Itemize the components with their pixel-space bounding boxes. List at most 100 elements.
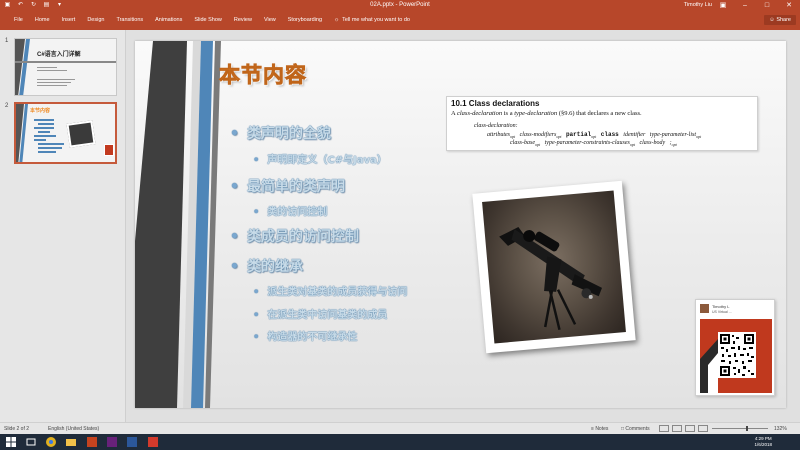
bullet-level-2[interactable]: • 在派生类中访问基类的成员: [253, 306, 387, 321]
task-view-icon[interactable]: [26, 437, 36, 447]
close-button[interactable]: ✕: [778, 0, 800, 12]
bullet-level-2[interactable]: • 构造器的不可继承性: [253, 328, 357, 343]
bullet-level-2[interactable]: • 派生类对基类的成员获得与访问: [253, 283, 407, 298]
powerpoint-icon[interactable]: [87, 437, 97, 447]
thumb-title: C#语言入门详解: [37, 52, 81, 58]
lightbulb-icon: ☼: [334, 17, 340, 23]
bullet-level-2[interactable]: • 类的访问控制: [253, 203, 327, 218]
bullet-level-1[interactable]: • 类的继承: [230, 256, 303, 276]
thumb-text-line: [38, 151, 56, 153]
class-decl-grammar-name: class-declaration:: [474, 123, 518, 129]
user-name[interactable]: Timothy Liu: [684, 2, 712, 8]
word-icon[interactable]: [127, 437, 137, 447]
class-decl-grammar-row-2: class-baseopt type-parameter-constraints…: [510, 140, 677, 148]
rifle-silhouette: [499, 226, 603, 331]
thumb-title: 本节内容: [30, 108, 51, 114]
thumb-text-line: [38, 143, 64, 145]
bullet-level-2[interactable]: • 声明即定义（C#与Java）: [253, 151, 387, 166]
tab-view[interactable]: View: [258, 16, 282, 24]
view-buttons: [659, 425, 708, 432]
slide-thumbnail-2[interactable]: 本节内容: [14, 102, 117, 164]
ribbon-display-icon[interactable]: ▣: [712, 0, 734, 12]
maximize-button[interactable]: □: [756, 0, 778, 12]
title-bar: ▣ ↶ ↻ ▤ ▾ 02A.pptx - PowerPoint Timothy …: [0, 0, 800, 12]
thumb-number: 1: [5, 38, 9, 44]
file-explorer-icon[interactable]: [66, 437, 76, 447]
slideshow-button[interactable]: [698, 425, 708, 432]
thumb-text-line: [38, 147, 62, 149]
windows-start-icon[interactable]: [6, 437, 16, 447]
person-icon: ☺: [769, 17, 775, 23]
clock-date: 1/6/2018: [754, 442, 772, 447]
thumb-text-line: [34, 135, 56, 137]
tab-storyboarding[interactable]: Storyboarding: [282, 16, 328, 24]
tab-design[interactable]: Design: [81, 16, 110, 24]
share-button[interactable]: ☺ Share: [764, 15, 796, 25]
bullet-level-1[interactable]: • 最简单的类声明: [230, 176, 345, 196]
notes-button[interactable]: ≡ Notes: [591, 426, 608, 432]
tab-file[interactable]: File: [8, 16, 29, 24]
taskbar-clock[interactable]: 4:29 PM 1/6/2018: [754, 436, 772, 448]
bullet-level-1[interactable]: • 类声明的全貌: [230, 123, 331, 143]
thumb-text-line: [37, 70, 67, 71]
slide-thumbnail-1[interactable]: C#语言入门详解: [14, 38, 117, 96]
normal-view-button[interactable]: [659, 425, 669, 432]
thumb-number: 2: [5, 103, 9, 109]
thumb-text-line: [38, 131, 50, 133]
wechat-qr-card[interactable]: Timothy L US Virtual ...: [695, 299, 775, 396]
class-decl-grammar-row-1: attributesopt class-modifiersopt partial…: [487, 131, 702, 140]
windows-taskbar: 4:29 PM 1/6/2018: [0, 434, 800, 450]
qr-background: [700, 319, 772, 393]
minimize-button[interactable]: –: [734, 0, 756, 12]
rifle-photo-image: [482, 190, 626, 344]
share-label: Share: [776, 17, 791, 23]
qr-code-pattern: [720, 334, 754, 376]
thumb-photo: [66, 120, 96, 148]
slide-counter: Slide 2 of 2: [4, 426, 30, 432]
wechat-location: US Virtual ...: [712, 310, 732, 314]
zoom-slider-thumb[interactable]: [746, 426, 748, 431]
tab-review[interactable]: Review: [228, 16, 258, 24]
class-decl-paragraph: A class-declaration is a type-declaratio…: [451, 110, 642, 117]
class-declaration-image[interactable]: 10.1 Class declarations A class-declarat…: [446, 96, 758, 151]
zoom-slider[interactable]: [712, 428, 768, 429]
ribbon: File Home Insert Design Transitions Anim…: [0, 12, 800, 30]
thumb-text-line: [37, 67, 57, 68]
tell-me-label: Tell me what you want to do: [342, 17, 410, 23]
camtasia-icon[interactable]: [148, 437, 158, 447]
bullet-level-1[interactable]: • 类成员的访问控制: [230, 226, 359, 246]
tell-me-box[interactable]: ☼ Tell me what you want to do: [328, 16, 416, 24]
slide-sorter-button[interactable]: [672, 425, 682, 432]
visual-studio-icon[interactable]: [107, 437, 117, 447]
tab-transitions[interactable]: Transitions: [110, 16, 149, 24]
thumb-qr: [104, 144, 114, 156]
tab-insert[interactable]: Insert: [56, 16, 82, 24]
thumb-text-line: [34, 139, 46, 141]
thumb-text-line: [37, 79, 75, 80]
tab-animations[interactable]: Animations: [149, 16, 188, 24]
comment-icon: □: [621, 426, 625, 432]
class-decl-heading: 10.1 Class declarations: [451, 99, 540, 108]
language-indicator[interactable]: English (United States): [48, 426, 99, 432]
reading-view-button[interactable]: [685, 425, 695, 432]
rifle-photo[interactable]: [472, 180, 636, 354]
zoom-level[interactable]: 132%: [774, 426, 787, 432]
thumb-text-line: [37, 82, 71, 83]
wechat-name: Timothy L: [712, 304, 730, 309]
thumb-text-line: [34, 127, 54, 129]
tab-slide-show[interactable]: Slide Show: [188, 16, 228, 24]
comments-button[interactable]: □ Comments: [621, 426, 650, 432]
thumb-text-line: [38, 123, 54, 125]
thumb-text-line: [37, 85, 67, 86]
notes-icon: ≡: [591, 426, 594, 432]
thumb-stripes: [15, 39, 30, 95]
tab-home[interactable]: Home: [29, 16, 56, 24]
slide-2[interactable]: 本节内容 • 类声明的全貌 • 声明即定义（C#与Java） • 最简单的类声明 • 类…: [135, 41, 786, 408]
slide-thumbnail-pane[interactable]: 1 C#语言入门详解 2 本节内容: [0, 30, 126, 422]
ribbon-tabs: File Home Insert Design Transitions Anim…: [8, 16, 416, 24]
qr-code: [718, 332, 756, 378]
slide-title[interactable]: 本节内容: [219, 59, 307, 89]
window-title: 02A.pptx - PowerPoint: [370, 2, 430, 8]
thumb-text-line: [34, 119, 54, 121]
chrome-icon[interactable]: [46, 437, 56, 447]
